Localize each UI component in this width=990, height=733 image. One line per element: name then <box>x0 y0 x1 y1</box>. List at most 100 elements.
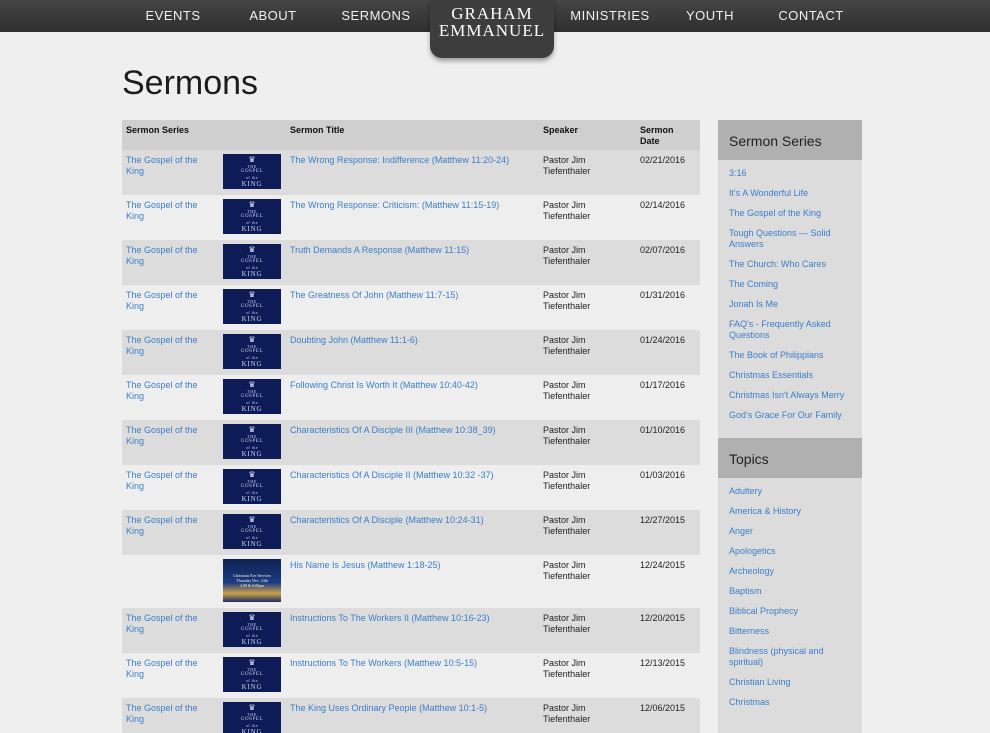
row-speaker: Pastor Jim Tiefenthaler <box>543 470 591 491</box>
series-thumbnail[interactable]: ♛ THE GOSPEL of the KING <box>223 334 281 369</box>
row-series-link[interactable]: The Gospel of the King <box>126 515 212 537</box>
header-title: Sermon Title <box>290 125 345 135</box>
crown-icon: ♛ <box>248 289 256 299</box>
series-thumbnail[interactable]: ♛ THE GOSPEL of the KING <box>223 154 281 189</box>
sidebar-series-link[interactable]: The Gospel of the King <box>729 208 851 219</box>
row-title-link[interactable]: His Name Is Jesus (Matthew 1:18-25) <box>290 560 530 571</box>
row-speaker: Pastor Jim Tiefenthaler <box>543 658 591 679</box>
sidebar: Sermon Series 3:16 It's A Wonderful Life T… <box>718 120 862 733</box>
crown-icon: ♛ <box>248 469 256 479</box>
row-title-link[interactable]: Characteristics Of A Disciple II (Matthe… <box>290 470 530 481</box>
page-title: Sermons <box>122 64 259 102</box>
sidebar-topic-link[interactable]: Adultery <box>729 486 851 497</box>
thumbnail-text: KING <box>241 269 263 278</box>
sidebar-series-link[interactable]: God's Grace For Our Family <box>729 410 851 421</box>
sidebar-series-link[interactable]: Jonah Is Me <box>729 299 851 310</box>
sidebar-series-link[interactable]: The Coming <box>729 279 851 290</box>
sidebar-series-link[interactable]: Tough Questions — Solid Answers <box>729 228 851 250</box>
sidebar-topic-link[interactable]: Christian Living <box>729 677 851 688</box>
sidebar-series-link[interactable]: Christmas Isn't Always Merry <box>729 390 851 401</box>
sidebar-series-link[interactable]: The Book of Philippians <box>729 350 851 361</box>
row-date: 01/03/2016 <box>640 470 686 480</box>
sidebar-series-link[interactable]: It's A Wonderful Life <box>729 188 851 199</box>
series-thumbnail[interactable]: ♛ THE GOSPEL of the KING <box>223 612 281 647</box>
christmas-thumbnail[interactable]: Christmas Eve Services Thursday Dec. 24th… <box>223 559 281 602</box>
row-title-link[interactable]: The Greatness Of John (Matthew 11:7-15) <box>290 290 530 301</box>
table-row: The Gospel of the King ♛ THE GOSPEL of the KI… <box>122 653 700 698</box>
series-thumbnail[interactable]: ♛ THE GOSPEL of the KING <box>223 514 281 549</box>
row-series-link[interactable]: The Gospel of the King <box>126 470 212 492</box>
sidebar-series-link[interactable]: The Church: Who Cares <box>729 259 851 270</box>
row-series-link[interactable]: The Gospel of the King <box>126 425 212 447</box>
row-speaker: Pastor Jim Tiefenthaler <box>543 335 591 356</box>
sidebar-series-link[interactable]: FAQ's - Frequently Asked Questions <box>729 319 851 341</box>
row-title-link[interactable]: Characteristics Of A Disciple (Matthew 1… <box>290 515 530 526</box>
row-speaker: Pastor Jim Tiefenthaler <box>543 515 591 536</box>
row-title-link[interactable]: Doubting John (Matthew 11:1-6) <box>290 335 530 346</box>
row-title-link[interactable]: Instructions To The Workers II (Matthew … <box>290 613 530 624</box>
row-series-link[interactable]: The Gospel of the King <box>126 658 212 680</box>
row-date: 01/31/2016 <box>640 290 686 300</box>
thumbnail-text: KING <box>241 179 263 188</box>
row-series-link[interactable]: The Gospel of the King <box>126 380 212 402</box>
row-title-link[interactable]: Instructions To The Workers (Matthew 10:… <box>290 658 530 669</box>
sidebar-series-link[interactable]: 3:16 <box>729 168 851 179</box>
nav-events[interactable]: EVENTS <box>140 0 206 32</box>
table-row: The Gospel of the King ♛ THE GOSPEL of the KI… <box>122 465 700 510</box>
sidebar-topic-link[interactable]: Bitterness <box>729 626 851 637</box>
row-date: 02/14/2016 <box>640 200 686 210</box>
nav-youth[interactable]: YOUTH <box>682 0 738 32</box>
row-series-link[interactable]: The Gospel of the King <box>126 155 212 177</box>
crown-icon: ♛ <box>248 154 256 164</box>
sidebar-topic-link[interactable]: Biblical Prophecy <box>729 606 851 617</box>
row-speaker: Pastor Jim Tiefenthaler <box>543 613 591 634</box>
series-thumbnail[interactable]: ♛ THE GOSPEL of the KING <box>223 199 281 234</box>
header-series: Sermon Series <box>126 125 190 135</box>
crown-icon: ♛ <box>248 379 256 389</box>
series-thumbnail[interactable]: ♛ THE GOSPEL of the KING <box>223 244 281 279</box>
series-thumbnail[interactable]: ♛ THE GOSPEL of the KING <box>223 379 281 414</box>
row-series-link[interactable]: The Gospel of the King <box>126 703 212 725</box>
sidebar-topic-link[interactable]: Blindness (physical and spiritual) <box>729 646 851 668</box>
table-row: The Gospel of the King ♛ THE GOSPEL of the KI… <box>122 510 700 555</box>
nav-about[interactable]: ABOUT <box>243 0 303 32</box>
sidebar-topic-link[interactable]: Apologetics <box>729 546 851 557</box>
sidebar-topic-link[interactable]: Christmas <box>729 697 851 708</box>
thumbnail-text: KING <box>241 727 263 733</box>
row-title-link[interactable]: The Wrong Response: Criticism: (Matthew … <box>290 200 530 211</box>
series-thumbnail[interactable]: ♛ THE GOSPEL of the KING <box>223 702 281 733</box>
row-series-link[interactable]: The Gospel of the King <box>126 200 212 222</box>
row-series-link[interactable]: The Gospel of the King <box>126 613 212 635</box>
table-row: The Gospel of the King ♛ THE GOSPEL of the KI… <box>122 698 700 733</box>
nav-contact[interactable]: CONTACT <box>776 0 846 32</box>
row-title-link[interactable]: Following Christ Is Worth It (Matthew 10… <box>290 380 530 391</box>
site-logo[interactable]: GRAHAM EMMANUEL <box>430 0 554 58</box>
crown-icon: ♛ <box>248 199 256 209</box>
sidebar-topic-link[interactable]: Archeology <box>729 566 851 577</box>
header-speaker: Speaker <box>543 125 579 135</box>
sidebar-topic-link[interactable]: Anger <box>729 526 851 537</box>
series-thumbnail[interactable]: ♛ THE GOSPEL of the KING <box>223 657 281 692</box>
row-title-link[interactable]: The King Uses Ordinary People (Matthew 1… <box>290 703 530 714</box>
row-date: 02/21/2016 <box>640 155 686 165</box>
row-title-link[interactable]: Characteristics Of A Disciple III (Matth… <box>290 425 530 436</box>
nav-ministries[interactable]: MINISTRIES <box>568 0 652 32</box>
thumbnail-text: KING <box>241 224 263 233</box>
sidebar-topic-link[interactable]: Baptism <box>729 586 851 597</box>
table-row: The Gospel of the King ♛ THE GOSPEL of the KI… <box>122 195 700 240</box>
series-thumbnail[interactable]: ♛ THE GOSPEL of the KING <box>223 469 281 504</box>
row-title-link[interactable]: Truth Demands A Response (Matthew 11:15) <box>290 245 530 256</box>
series-thumbnail[interactable]: ♛ THE GOSPEL of the KING <box>223 289 281 324</box>
table-row: Christmas Eve Services Thursday Dec. 24th… <box>122 555 700 608</box>
nav-sermons[interactable]: SERMONS <box>338 0 414 32</box>
row-series-link[interactable]: The Gospel of the King <box>126 335 212 357</box>
row-title-link[interactable]: The Wrong Response: Indifference (Matthe… <box>290 155 530 166</box>
series-thumbnail[interactable]: ♛ THE GOSPEL of the KING <box>223 424 281 459</box>
sidebar-series-link[interactable]: Christmas Essentials <box>729 370 851 381</box>
row-series-link[interactable]: The Gospel of the King <box>126 245 212 267</box>
row-series-link[interactable]: The Gospel of the King <box>126 290 212 312</box>
sidebar-topic-link[interactable]: America & History <box>729 506 851 517</box>
crown-icon: ♛ <box>248 657 256 667</box>
table-body: The Gospel of the King ♛ THE GOSPEL of the KI… <box>122 150 700 733</box>
crown-icon: ♛ <box>248 702 256 712</box>
